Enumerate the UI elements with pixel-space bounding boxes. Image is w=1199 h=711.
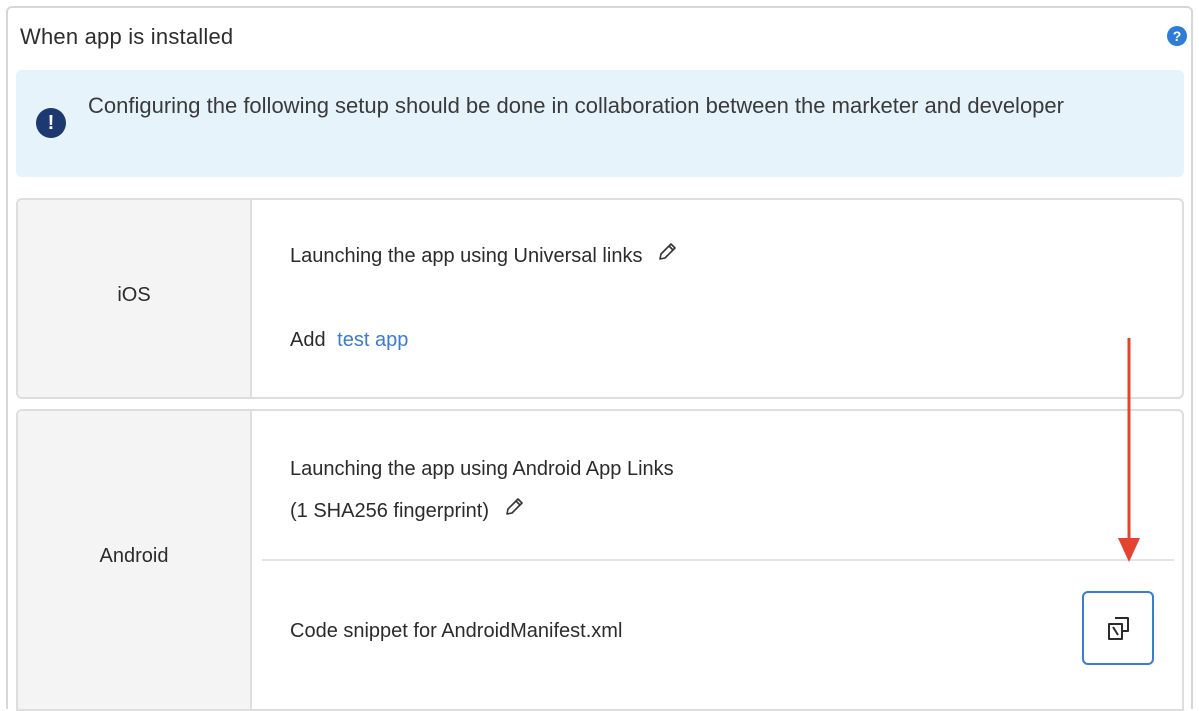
ios-heading: Launching the app using Universal links: [290, 245, 643, 267]
exclamation-circle-icon: !: [36, 108, 66, 138]
fingerprint-count: (1 SHA256 fingerprint): [290, 500, 489, 522]
platform-label-ios: iOS: [117, 284, 151, 306]
installed-settings-panel: When app is installed ? ! Configuring th…: [6, 6, 1193, 711]
pencil-icon[interactable]: [503, 494, 525, 530]
add-label: Add: [290, 329, 326, 351]
question-circle-icon[interactable]: ?: [1167, 26, 1187, 46]
annotation-arrow: [1118, 338, 1140, 562]
platform-column-android: Android: [18, 411, 252, 709]
android-card: Android Launching the app using Android …: [16, 409, 1184, 711]
snippet-label: Code snippet for AndroidManifest.xml: [290, 620, 623, 642]
info-alert: ! Configuring the following setup should…: [16, 70, 1184, 177]
copy-snippet-button[interactable]: [1082, 591, 1154, 665]
platform-column-ios: iOS: [18, 200, 252, 397]
copy-icon: [1108, 617, 1129, 640]
android-heading-line2-row: (1 SHA256 fingerprint): [290, 493, 525, 530]
android-heading-line1: Launching the app using Android App Link…: [290, 458, 674, 480]
divider: [262, 559, 1174, 561]
alert-message: Configuring the following setup should b…: [88, 93, 1064, 118]
section-title: When app is installed: [20, 24, 234, 49]
ios-heading-row: Launching the app using Universal links: [290, 238, 678, 275]
ios-add-row: Add test app: [290, 322, 408, 358]
ios-card: iOS Launching the app using Universal li…: [16, 198, 1184, 399]
test-app-link[interactable]: test app: [337, 329, 408, 351]
platform-label-android: Android: [99, 545, 169, 567]
pencil-icon[interactable]: [656, 239, 678, 275]
